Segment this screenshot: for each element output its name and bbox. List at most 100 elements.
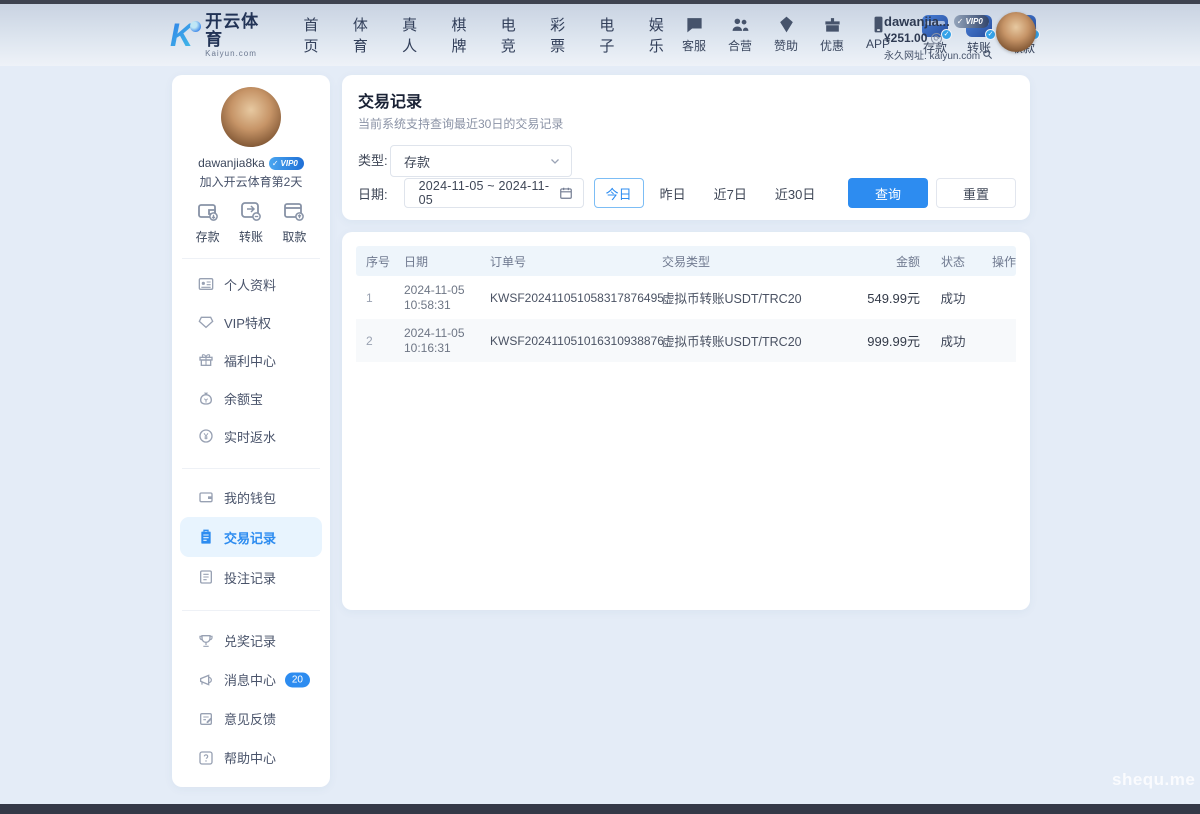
logo-subtitle: Kaiyun.com [205, 49, 275, 58]
row-date: 2024-11-0510:58:31 [394, 283, 480, 313]
transfer-icon [239, 199, 263, 223]
row-transaction-type: 虚拟币转账USDT/TRC20 [652, 288, 848, 307]
row-status: 成功 [924, 288, 982, 307]
id-card-icon [198, 276, 214, 292]
sidebar-item-vip[interactable]: VIP特权 [172, 303, 330, 341]
sidebar-item-label: 实时返水 [224, 427, 276, 446]
sidebar-withdraw-button[interactable]: 取款 [282, 199, 306, 245]
col-header-date: 日期 [394, 253, 480, 270]
bottom-border-strip [0, 804, 1200, 814]
col-header-status: 状态 [924, 253, 982, 270]
sidebar-deposit-label: 存款 [196, 228, 220, 245]
nav-sports[interactable]: 体育 [353, 14, 382, 56]
sidebar-item-welfare[interactable]: 福利中心 [172, 341, 330, 379]
sidebar-item-label: 福利中心 [224, 351, 276, 370]
date-range-value: 2024-11-05 ~ 2024-11-05 [419, 179, 559, 207]
sidebar-item-profile[interactable]: 个人资料 [172, 265, 330, 303]
query-button[interactable]: 查询 [848, 178, 928, 208]
nav-chess[interactable]: 棋牌 [451, 14, 480, 56]
col-header-order: 订单号 [480, 253, 652, 270]
header-user-info: dawanjia... ✓VIP0 ¥251.00 ⟳ 永久网址: kaiyun… [884, 14, 1004, 62]
sidebar-deposit-button[interactable]: 存款 [196, 199, 220, 245]
logo[interactable]: K 开云体育 Kaiyun.com [170, 13, 276, 58]
sidebar-item-rebate[interactable]: 实时返水 [172, 417, 330, 455]
people-icon [731, 15, 750, 34]
calendar-icon [559, 186, 573, 200]
sidebar-item-message-center[interactable]: 消息中心 20 [172, 660, 330, 699]
sidebar-item-feedback[interactable]: 意见反馈 [172, 699, 330, 738]
permanent-url-label: 永久网址: kaiyun.com [884, 47, 980, 62]
range-yesterday-button[interactable]: 昨日 [648, 178, 698, 208]
sidebar-item-transaction-records[interactable]: 交易记录 [180, 517, 322, 557]
sidebar-joined-days: 加入开云体育第2天 [200, 173, 303, 187]
sidebar-item-label: 个人资料 [224, 275, 276, 294]
sidebar-item-bet-records[interactable]: 投注记录 [172, 557, 330, 597]
row-amount: 999.99元 [848, 331, 924, 350]
row-amount: 549.99元 [848, 288, 924, 307]
promo-item[interactable]: 优惠 [816, 15, 848, 54]
gem-icon [777, 15, 796, 34]
chevron-down-icon [549, 155, 561, 167]
nav-lottery[interactable]: 彩票 [550, 14, 579, 56]
range-30days-button[interactable]: 近30日 [763, 178, 827, 208]
sidebar-item-label: 兑奖记录 [224, 631, 276, 650]
header-balance: ¥251.00 [884, 31, 927, 45]
table-header-row: 序号 日期 订单号 交易类型 金额 状态 操作 [356, 246, 1016, 276]
date-range-input[interactable]: 2024-11-05 ~ 2024-11-05 [404, 178, 584, 208]
sidebar-item-label: 意见反馈 [224, 709, 276, 728]
nav-live[interactable]: 真人 [402, 14, 431, 56]
vip-gem-icon [198, 314, 214, 330]
sidebar-vip-badge: ✓VIP0 [269, 157, 304, 170]
header-username[interactable]: dawanjia... [884, 14, 950, 29]
transaction-record-icon [198, 529, 214, 545]
row-status: 成功 [924, 331, 982, 350]
sidebar-item-yuebao[interactable]: 余额宝 [172, 379, 330, 417]
sidebar-item-my-wallet[interactable]: 我的钱包 [172, 477, 330, 517]
row-no: 1 [356, 291, 394, 305]
rebate-icon [198, 428, 214, 444]
range-today-button[interactable]: 今日 [594, 178, 644, 208]
transaction-table: 序号 日期 订单号 交易类型 金额 状态 操作 1 2024-11-0510:5… [356, 246, 1016, 362]
withdraw-icon [282, 199, 306, 223]
col-header-amount: 金额 [848, 253, 924, 270]
refresh-balance-icon[interactable]: ⟳ [931, 33, 942, 44]
sidebar-avatar[interactable] [221, 87, 281, 147]
bet-record-icon [198, 569, 214, 585]
type-select[interactable]: 存款 [390, 145, 572, 177]
welfare-gift-icon [198, 352, 214, 368]
partnership-label: 合营 [728, 37, 752, 54]
sidebar: dawanjia8ka ✓VIP0 加入开云体育第2天 存款 转账 取款 个人资… [172, 75, 330, 787]
wallet-icon [198, 489, 214, 505]
main-nav: 首页 体育 真人 棋牌 电竞 彩票 电子 娱乐 [304, 14, 678, 56]
money-bag-icon [198, 390, 214, 406]
col-header-action: 操作 [982, 253, 1016, 270]
reset-button[interactable]: 重置 [936, 178, 1016, 208]
transaction-table-panel: 序号 日期 订单号 交易类型 金额 状态 操作 1 2024-11-0510:5… [342, 232, 1030, 610]
promo-label: 优惠 [820, 37, 844, 54]
nav-entertainment[interactable]: 娱乐 [649, 14, 678, 56]
row-order-number: KWSF202411051058317876495 [480, 291, 652, 305]
header-avatar[interactable] [996, 12, 1036, 52]
sidebar-item-label: 投注记录 [224, 568, 276, 587]
sidebar-transfer-button[interactable]: 转账 [239, 199, 263, 245]
row-order-number: KWSF202411051016310938876 [480, 334, 652, 348]
sidebar-item-prize-records[interactable]: 兑奖记录 [172, 621, 330, 660]
vip-badge: ✓VIP0 [954, 15, 989, 28]
sidebar-item-help-center[interactable]: 帮助中心 [172, 738, 330, 777]
message-count-badge: 20 [285, 672, 310, 687]
customer-service-item[interactable]: 客服 [678, 15, 710, 54]
partnership-item[interactable]: 合营 [724, 15, 756, 54]
sidebar-quick-actions: 存款 转账 取款 [172, 199, 330, 245]
nav-esports[interactable]: 电竞 [501, 14, 530, 56]
magnifier-icon[interactable] [982, 49, 993, 60]
date-label: 日期: [358, 184, 388, 203]
sidebar-withdraw-label: 取款 [282, 228, 306, 245]
nav-home[interactable]: 首页 [304, 14, 333, 56]
sidebar-item-label: 交易记录 [224, 528, 276, 547]
nav-slots[interactable]: 电子 [599, 14, 628, 56]
range-7days-button[interactable]: 近7日 [702, 178, 759, 208]
table-row: 2 2024-11-0510:16:31 KWSF202411051016310… [356, 319, 1016, 362]
col-header-no: 序号 [356, 253, 394, 270]
logo-k-icon: K [170, 19, 199, 51]
sponsor-item[interactable]: 赞助 [770, 15, 802, 54]
